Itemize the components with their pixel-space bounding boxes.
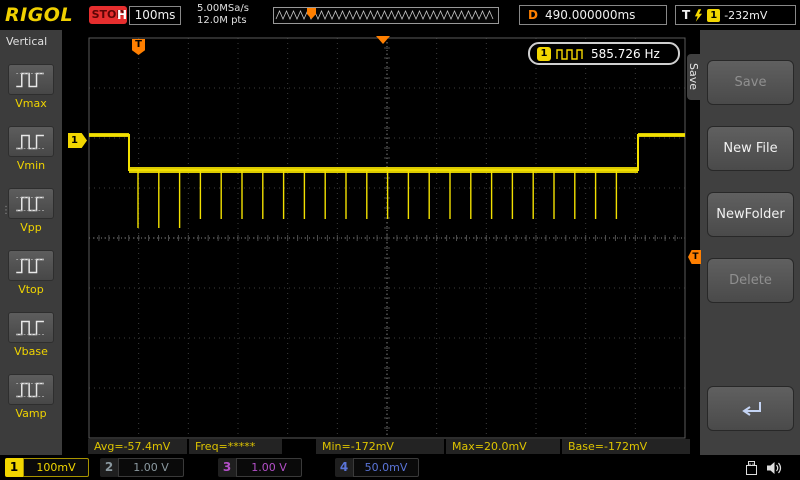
channel-status-bar: 1 100mV 2 1.00 V 3 1.00 V 4 50.0mV [0,455,800,480]
return-arrow-icon [741,401,761,416]
horizontal-delay: D 490.000000ms [519,5,667,25]
channel4-badge: 4 [335,458,353,477]
menu-item-label: Vbase [14,345,48,358]
channel3-scale: 1.00 V [236,458,302,477]
menu-item-label: Vtop [18,283,44,296]
acquisition-info: 5.00MSa/s 12.0M pts [197,3,249,27]
oscilloscope-screen: RIGOL STOP H 100ms 5.00MSa/s 12.0M pts D… [0,0,800,480]
channel1-scale: 100mV [23,458,89,477]
menu-item-vmin[interactable]: Vmin [0,126,62,172]
menu-scroll-indicator: ⋮ [1,205,11,216]
measurement-base: Base=-172mV [562,439,690,454]
save-button[interactable]: Save [707,60,794,105]
menu-tab: Save [687,54,700,100]
measurement-max: Max=20.0mV [446,439,560,454]
speaker-icon [766,460,784,479]
menu-item-vbase[interactable]: Vbase [0,312,62,358]
channel3-status[interactable]: 3 1.00 V [218,458,302,477]
measurement-freq: Freq=***** [189,439,282,454]
trigger-label: T [682,8,691,22]
channel2-status[interactable]: 2 1.00 V [100,458,184,477]
trigger-source-badge: 1 [707,8,721,22]
vtop-icon [8,250,54,281]
trigger-info: T 1 -232mV [675,5,796,25]
menu-item-label: Vmax [15,97,47,110]
delay-position-marker[interactable] [376,36,390,44]
channel2-badge: 2 [100,458,118,477]
measurement-min: Min=-172mV [316,439,444,454]
vamp-icon [8,374,54,405]
graticule [88,37,686,439]
delay-label: D [528,8,538,22]
timebase-value[interactable]: 100ms [129,6,181,25]
pulse-train-icon [556,48,583,60]
menu-item-vmax[interactable]: Vmax [0,64,62,110]
vmin-icon [8,126,54,157]
menu-item-label: Vamp [15,407,47,420]
sample-rate: 5.00MSa/s [197,3,249,14]
menu-item-label: Vpp [20,221,42,234]
vertical-measure-menu: Vertical Vmax Vmin Vpp Vtop Vbase Vamp ⋮ [0,30,62,455]
measurement-avg: Avg=-57.4mV [88,439,187,454]
horizontal-label: H [117,8,128,22]
channel4-status[interactable]: 4 50.0mV [335,458,419,477]
channel3-badge: 3 [218,458,236,477]
menu-item-label: Vmin [16,159,46,172]
usb-icon [744,459,759,480]
new-folder-button[interactable]: NewFolder [707,192,794,237]
vmax-icon [8,64,54,95]
waveform-display: 1 585.726 Hz 1 T Avg=-57.4mV Freq=***** … [62,30,700,455]
channel1-position-marker[interactable]: 1 [68,133,87,148]
memory-depth: 12.0M pts [197,15,247,26]
top-bar: RIGOL STOP H 100ms 5.00MSa/s 12.0M pts D… [0,0,800,30]
trigger-level-value: -232mV [724,8,768,22]
menu-item-vtop[interactable]: Vtop [0,250,62,296]
counter-channel-badge: 1 [537,46,551,61]
save-menu: Save Save New File NewFolder Delete [687,30,800,455]
trigger-edge-icon [695,8,703,22]
counter-value: 585.726 Hz [591,46,660,61]
channel1-status[interactable]: 1 100mV [5,458,89,477]
channel4-scale: 50.0mV [353,458,419,477]
channel2-scale: 1.00 V [118,458,184,477]
menu-title: Vertical [6,35,48,48]
vbase-icon [8,312,54,343]
new-file-button[interactable]: New File [707,126,794,171]
delay-value: 490.000000ms [544,8,636,22]
menu-item-vamp[interactable]: Vamp [0,374,62,420]
back-button[interactable] [707,386,794,431]
vpp-icon [8,188,54,219]
rigol-logo: RIGOL [5,4,74,26]
memory-position-bar[interactable] [273,7,499,24]
delete-button[interactable]: Delete [707,258,794,303]
channel1-badge: 1 [5,458,23,477]
frequency-counter: 1 585.726 Hz [528,42,680,65]
